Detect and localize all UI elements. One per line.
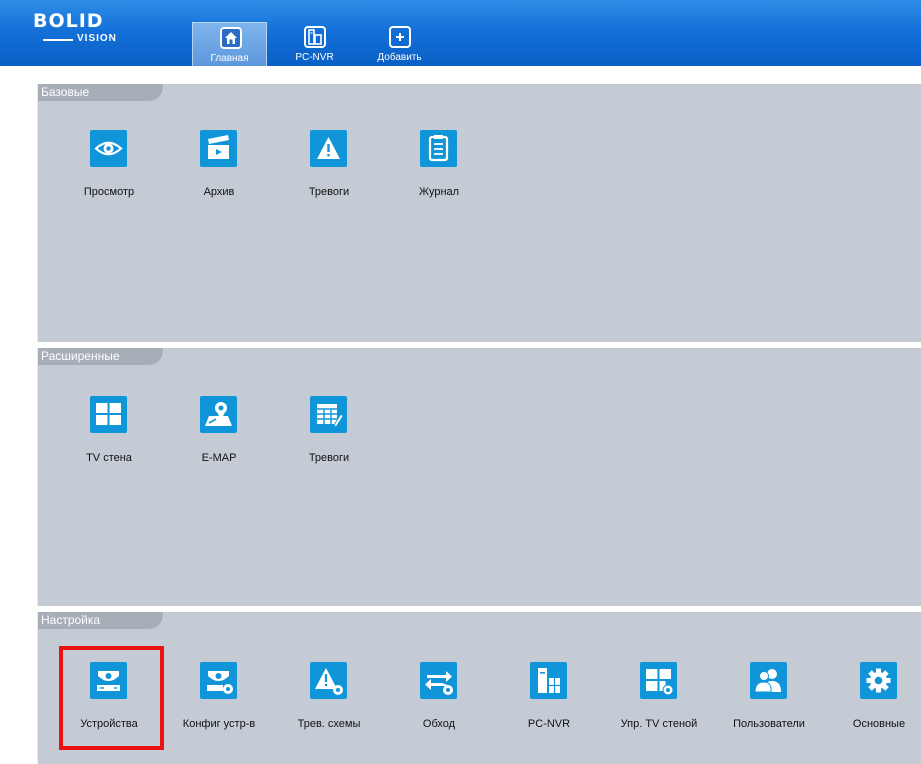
section-settings: Настройка Устройства Конфиг устр-в Трев.… — [37, 612, 921, 764]
tile-tv-wall-label: TV стена — [86, 452, 132, 464]
tile-archive-label: Архив — [203, 186, 235, 198]
alarm-scheme-icon — [310, 662, 347, 699]
pc-nvr-config-icon — [530, 662, 567, 699]
plus-icon — [389, 26, 411, 48]
section-basic-title: Базовые — [38, 84, 163, 101]
tile-emap[interactable]: E-MAP — [164, 396, 274, 476]
eye-icon — [90, 130, 127, 167]
home-icon — [220, 27, 242, 49]
tile-journal-label: Журнал — [418, 186, 460, 198]
tile-tv-wall-control-label: Упр. TV стеной — [620, 718, 698, 730]
section-advanced-title: Расширенные — [38, 348, 163, 365]
tab-pc-nvr-label: PC-NVR — [295, 52, 334, 63]
video-wall-config-icon — [640, 662, 677, 699]
users-icon — [750, 662, 787, 699]
clapperboard-icon — [200, 130, 237, 167]
tab-add-label: Добавить — [377, 52, 422, 63]
tile-device-config-label: Конфиг устр-в — [182, 718, 256, 730]
gear-icon — [860, 662, 897, 699]
tab-add[interactable]: Добавить — [362, 22, 437, 66]
tile-journal[interactable]: Журнал — [384, 130, 494, 210]
tile-alarms[interactable]: Тревоги — [274, 130, 384, 210]
pc-nvr-icon — [304, 26, 326, 48]
map-pin-icon — [200, 396, 237, 433]
section-basic: Базовые Просмотр Архив Тревоги Журнал — [37, 84, 921, 342]
tile-tour[interactable]: Обход — [384, 662, 494, 742]
tile-alarm-schemes-label: Трев. схемы — [297, 718, 361, 730]
table-edit-icon — [310, 396, 347, 433]
section-settings-title: Настройка — [38, 612, 163, 629]
video-wall-icon — [90, 396, 127, 433]
top-bar: BOLID VISION Главная PC-NVR Добавить — [0, 0, 921, 66]
logo-text-top: BOLID — [33, 10, 104, 32]
tile-alarm-schemes[interactable]: Трев. схемы — [274, 662, 384, 742]
tile-tv-wall[interactable]: TV стена — [54, 396, 164, 476]
tile-alarms-label: Тревоги — [308, 186, 350, 198]
tile-general[interactable]: Основные — [824, 662, 921, 742]
clipboard-icon — [420, 130, 457, 167]
tile-users[interactable]: Пользователи — [714, 662, 824, 742]
tab-pc-nvr[interactable]: PC-NVR — [277, 22, 352, 66]
logo-text-bottom: VISION — [77, 33, 117, 44]
tile-users-label: Пользователи — [733, 718, 805, 730]
camera-config-icon — [200, 662, 237, 699]
tile-archive[interactable]: Архив — [164, 130, 274, 210]
logo-divider — [43, 39, 73, 41]
tile-tv-wall-control[interactable]: Упр. TV стеной — [604, 662, 714, 742]
tile-view-label: Просмотр — [83, 186, 135, 198]
tab-home-label: Главная — [210, 53, 249, 64]
tour-icon — [420, 662, 457, 699]
tile-alarms-adv[interactable]: Тревоги — [274, 396, 384, 476]
tile-view[interactable]: Просмотр — [54, 130, 164, 210]
tile-pc-nvr[interactable]: PC-NVR — [494, 662, 604, 742]
tile-emap-label: E-MAP — [201, 452, 237, 464]
tab-home[interactable]: Главная — [192, 22, 267, 66]
section-advanced: Расширенные TV стена E-MAP Тревоги — [37, 348, 921, 606]
tile-pc-nvr-label: PC-NVR — [527, 718, 571, 730]
bolid-vision-logo: BOLID VISION — [33, 11, 129, 47]
tile-tour-label: Обход — [422, 718, 456, 730]
selection-highlight — [59, 646, 164, 750]
tile-general-label: Основные — [852, 718, 906, 730]
tile-alarms-adv-label: Тревоги — [308, 452, 350, 464]
tile-device-config[interactable]: Конфиг устр-в — [164, 662, 274, 742]
warning-icon — [310, 130, 347, 167]
